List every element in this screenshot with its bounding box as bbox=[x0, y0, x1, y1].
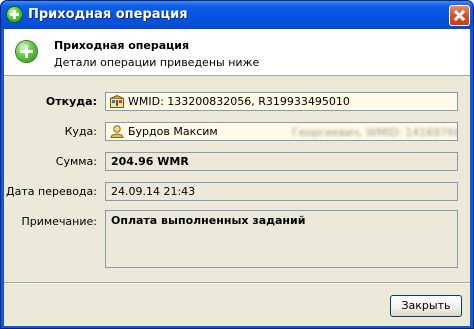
note-field[interactable]: Оплата выполненных заданий bbox=[105, 210, 458, 268]
date-label: Дата перевода: bbox=[6, 185, 97, 198]
dialog-window: Приходная операция Приходная операция Де… bbox=[0, 0, 474, 329]
amount-value: 204.96 WMR bbox=[111, 155, 189, 168]
header-subtitle: Детали операции приведены ниже bbox=[54, 56, 260, 69]
note-value: Оплата выполненных заданий bbox=[111, 214, 306, 227]
add-circle-icon bbox=[7, 7, 22, 22]
to-value: Бурдов Максим bbox=[128, 125, 218, 138]
close-button[interactable]: Закрыть bbox=[390, 295, 462, 317]
close-window-button[interactable] bbox=[449, 5, 470, 26]
to-field[interactable]: Бурдов Максим Георгиевич, WMID: 14169768… bbox=[105, 122, 458, 141]
dialog-header: Приходная операция Детали операции приве… bbox=[4, 29, 470, 76]
header-title: Приходная операция bbox=[54, 39, 190, 52]
user-icon bbox=[110, 125, 124, 138]
from-label: Откуда: bbox=[45, 95, 97, 108]
footer-divider bbox=[4, 282, 470, 284]
date-field[interactable]: 24.09.14 21:43 bbox=[105, 182, 458, 201]
amount-field[interactable]: 204.96 WMR bbox=[105, 152, 458, 171]
from-field[interactable]: WMID: 133200832056, R319933495010 bbox=[105, 92, 458, 111]
dialog-body: Приходная операция Детали операции приве… bbox=[4, 29, 470, 326]
from-value: WMID: 133200832056, R319933495010 bbox=[128, 95, 350, 108]
to-label: Куда: bbox=[64, 125, 97, 138]
date-value: 24.09.14 21:43 bbox=[111, 185, 196, 198]
add-circle-icon bbox=[16, 41, 37, 62]
note-label: Примечание: bbox=[21, 215, 97, 228]
title-bar[interactable]: Приходная операция bbox=[1, 1, 473, 29]
window-title: Приходная операция bbox=[28, 7, 188, 22]
to-value-obscured: Георгиевич, WMID: 141697682-47, R2911019… bbox=[292, 126, 457, 139]
amount-label: Сумма: bbox=[55, 155, 97, 168]
wallet-building-icon bbox=[110, 95, 124, 108]
